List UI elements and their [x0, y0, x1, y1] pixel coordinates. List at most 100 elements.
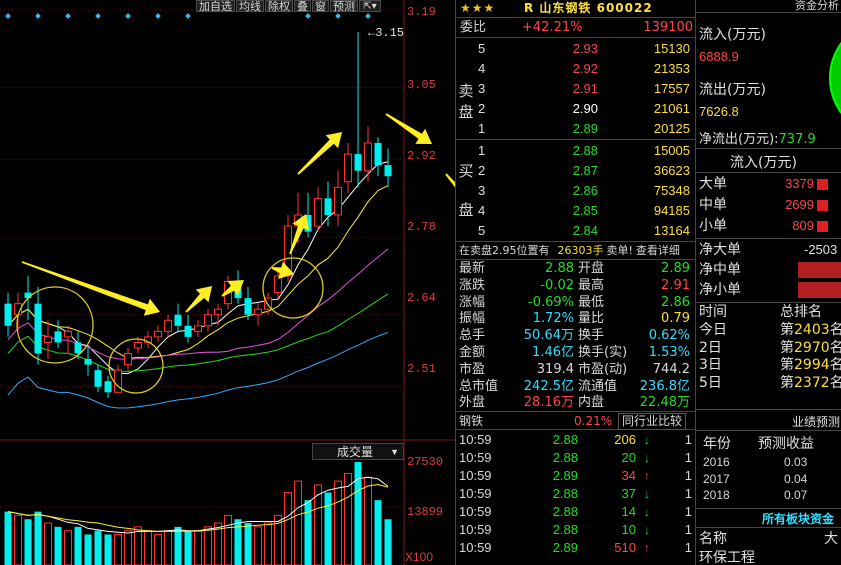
ask-level-number: 5 [478, 41, 486, 56]
pin-icon[interactable]: ⇱▾ [359, 0, 381, 12]
order-size-label: 小单 [699, 218, 727, 234]
forecast-row: 2017 0.04 [696, 471, 841, 487]
tick-price: 2.88 [552, 450, 578, 465]
stat-label: 量比 [578, 311, 605, 327]
stock-title[interactable]: ★★★ R 山东钢铁 600022 [456, 0, 695, 18]
candle-body-up [364, 142, 372, 172]
high-price-value: 3.15 [375, 26, 405, 40]
fund-flow-pie [829, 18, 841, 138]
candle-body-up [124, 353, 132, 366]
tick-time: 10:59 [459, 504, 492, 519]
stat-label: 总手 [459, 328, 486, 344]
window-button[interactable]: 窗 [312, 0, 329, 13]
moving-average-button[interactable]: 均线 [236, 0, 264, 13]
candle-body-up [274, 275, 282, 294]
sector-big-header: 大 [824, 531, 838, 547]
volume-unit: X100 [405, 550, 434, 564]
volume-bar-up [364, 476, 372, 565]
ask-level-row[interactable]: 2 2.90 21061 [478, 99, 692, 119]
stat-row: 最新 2.88 开盘 2.89 [456, 261, 694, 278]
tick-list[interactable]: 10:59 2.88 206 ↓ 1 10:59 2.88 20 ↓ 1 10:59 2.89 34 ↑ 1… [456, 430, 695, 556]
volume-bar-up [224, 514, 232, 565]
price-tick-label: 2.51 [407, 362, 436, 376]
ask-level-row[interactable]: 3 2.91 17557 [478, 79, 692, 99]
event-marker-icon [185, 13, 191, 19]
view-detail-link[interactable]: 查看详细 [636, 244, 680, 257]
bid-level-row[interactable]: 1 2.88 15005 [478, 141, 692, 161]
fund-analysis-tab[interactable]: 资金分析 [696, 0, 841, 13]
forecast-eps: 0.04 [784, 471, 808, 486]
stat-value: 50.64万 [523, 328, 574, 344]
event-marker-icon [335, 13, 341, 19]
bid-level-row[interactable]: 3 2.86 75348 [478, 181, 692, 201]
net-outflow-value: 737.9 [778, 132, 816, 147]
overlay-button[interactable]: 叠 [294, 0, 311, 13]
stat-value: 2.89 [661, 261, 690, 276]
highlight-circle [16, 286, 94, 364]
order-ratio-diff: 139100 [643, 20, 693, 35]
hang-order-notice[interactable]: 在卖盘2.95位置有 26303手 卖单! 查看详细 [456, 242, 695, 260]
candle-body-down [4, 303, 12, 326]
net-outflow-row: 净流出(万元):737.9 [699, 128, 816, 147]
candle-body-up [164, 319, 172, 332]
candle-body-down [74, 342, 82, 354]
tick-volume: 34 [621, 468, 636, 483]
volume-bar-down [24, 519, 32, 565]
event-marker-icon [5, 13, 11, 19]
bid-price: 2.88 [572, 143, 598, 158]
price-tick-label: 3.05 [407, 78, 436, 92]
forecast-button[interactable]: 预测 [330, 0, 358, 13]
stat-label: 外盘 [459, 395, 486, 411]
ex-rights-button[interactable]: 除权 [265, 0, 293, 13]
stat-label: 振幅 [459, 311, 486, 327]
order-size-inflow: 2699 [785, 197, 814, 212]
forecast-year: 2017 [703, 471, 730, 486]
order-size-inflow: 809 [792, 218, 814, 233]
ask-level-row[interactable]: 4 2.92 21353 [478, 59, 692, 79]
kline-chart[interactable]: 加自选 均线 除权 叠 窗 预测 ⇱▾ 3.19 3.05 2.92 2.78 … [0, 0, 455, 565]
volume-bar-down [104, 534, 112, 565]
bid-level-row[interactable]: 5 2.84 13164 [478, 221, 692, 241]
volume-bar-up [294, 480, 302, 565]
net-order-value: -2503 [804, 242, 838, 257]
volume-bar-down [174, 526, 182, 565]
ask-price: 2.89 [572, 121, 598, 136]
tick-time: 10:59 [459, 432, 492, 447]
bid-level-row[interactable]: 2 2.87 36623 [478, 161, 692, 181]
ask-level-row[interactable]: 1 2.89 20125 [478, 119, 692, 139]
volume-bar-down [324, 492, 332, 565]
candle-body-down [354, 154, 362, 171]
add-watchlist-button[interactable]: 加自选 [196, 0, 235, 13]
candle-body-down [184, 325, 192, 337]
volume-bar-up [284, 492, 292, 565]
stat-label: 内盘 [578, 395, 605, 411]
rank-value: 第2994名 [780, 357, 841, 374]
ask-level-row[interactable]: 5 2.93 15130 [478, 39, 692, 59]
stock-name: R 山东钢铁 600022 [524, 1, 653, 15]
rank-total-header: 总排名 [780, 304, 822, 320]
bid-levels: 买盘 1 2.88 15005 2 2.87 36623 3 2.86 75348 4 2.85 94… [456, 140, 695, 242]
stat-value: 1.53% [648, 345, 690, 360]
ask-volume: 21061 [653, 101, 690, 116]
arrow-down-icon: ↓ [644, 505, 650, 519]
candle-body-down [244, 298, 252, 315]
tick-price: 2.89 [552, 540, 578, 555]
candle-body-up [154, 330, 162, 338]
tick-volume: 10 [621, 522, 636, 537]
sector-row-name[interactable]: 环保工程 [699, 547, 755, 565]
fund-flow-panel: 资金分析 流入(万元) 6888.9 流出(万元) 7626.8 净流出(万元)… [695, 0, 841, 565]
event-marker-icon [155, 13, 161, 19]
tick-flag: 1 [684, 540, 692, 555]
volume-indicator-select[interactable]: 成交量 ▼ [312, 443, 404, 460]
bid-level-row[interactable]: 4 2.85 94185 [478, 201, 692, 221]
stat-row: 总市值 242.5亿 流通值 236.8亿 [456, 379, 694, 396]
industry-pct: 0.21% [574, 414, 613, 428]
industry-compare-button[interactable]: 同行业比较 [618, 413, 687, 430]
rank-suffix: 名 [830, 357, 841, 373]
rank-period: 3日 [699, 357, 722, 373]
inflow-value: 6888.9 [699, 49, 739, 64]
stat-label: 最低 [578, 294, 605, 310]
tick-flag: 1 [684, 432, 692, 447]
ask-levels: 卖盘 5 2.93 15130 4 2.92 21353 3 2.91 17557 2 2.90 21… [456, 38, 695, 140]
trend-arrow-icon [297, 132, 342, 175]
